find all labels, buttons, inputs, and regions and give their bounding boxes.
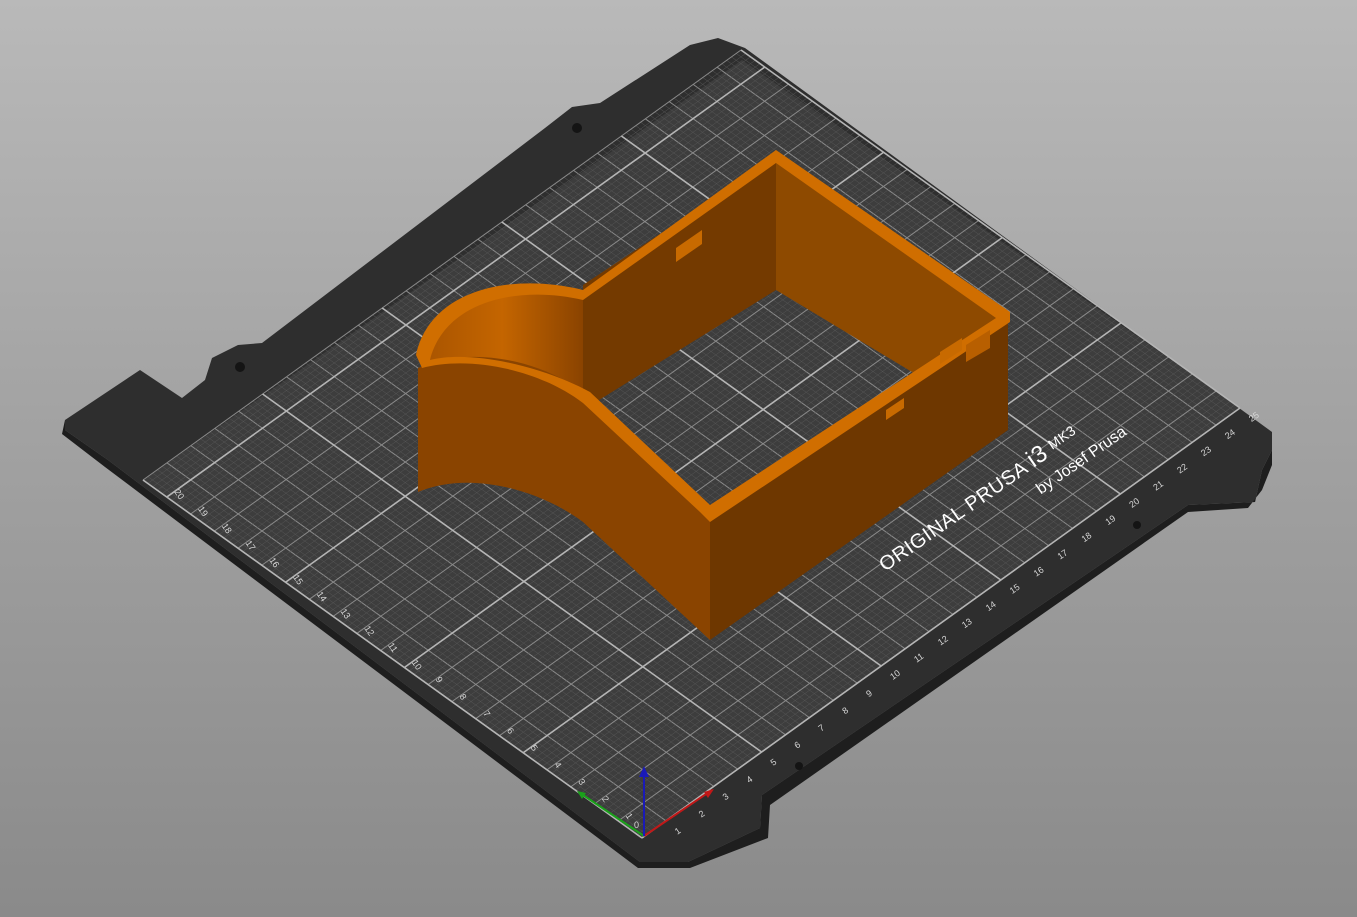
bed-screw <box>572 123 582 133</box>
3d-viewport[interactable]: 1234567891011121314151617181920212223242… <box>0 0 1357 917</box>
bed-screw <box>235 362 245 372</box>
print-bed: 1234567891011121314151617181920212223242… <box>62 38 1272 868</box>
bed-screw <box>1133 521 1141 529</box>
origin-label: 0 <box>634 820 639 830</box>
print-sheet <box>143 60 1240 838</box>
bed-screw <box>795 762 803 770</box>
